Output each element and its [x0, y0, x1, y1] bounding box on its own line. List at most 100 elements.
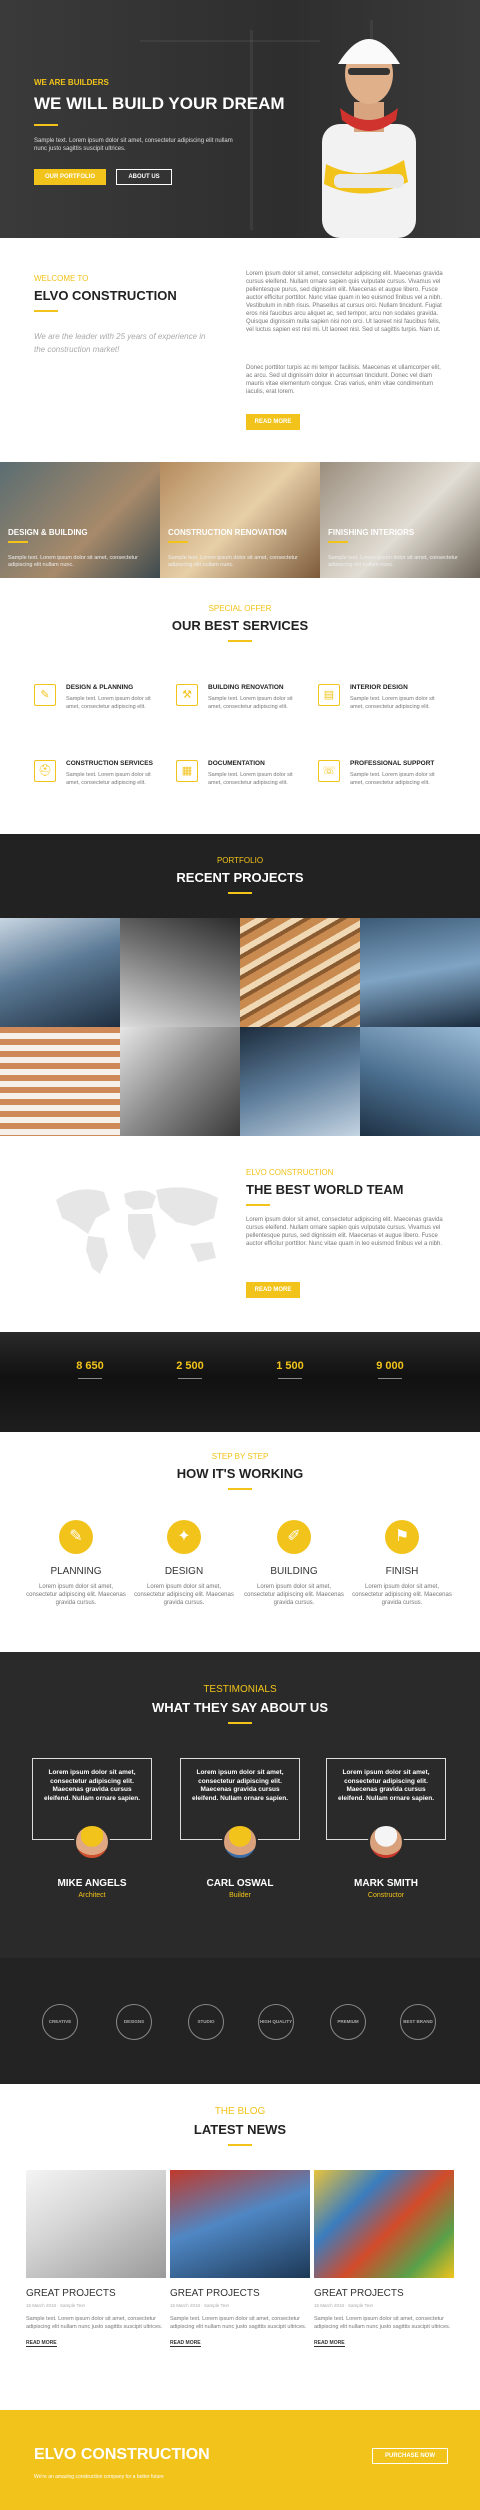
step-text: Lorem ipsum dolor sit amet, consectetur … — [26, 1584, 126, 1606]
project-image[interactable] — [360, 1027, 480, 1136]
read-more-button[interactable]: READ MORE — [246, 414, 300, 430]
strip-text: Sample text. Lorem ipsum dolor sit amet,… — [168, 555, 298, 568]
service-item[interactable]: ▤ INTERIOR DESIGN Sample text. Lorem ips… — [318, 682, 448, 742]
partner-logos-section: CREATIVE DESIGNS STUDIO HIGH QUALITY PRE… — [0, 1958, 480, 2084]
cta-title: ELVO CONSTRUCTION — [34, 2446, 210, 2463]
testimonial-name: MIKE ANGELS — [57, 1878, 127, 1889]
team-eyebrow: ELVO CONSTRUCTION — [246, 1168, 334, 1177]
service-text: Sample text. Lorem ipsum dolor sit amet,… — [208, 696, 293, 710]
title-underline — [228, 1488, 252, 1490]
blog-post: GREAT PROJECTS 15 March 2018 · Sample Te… — [314, 2170, 454, 2349]
step-title: FINISH — [385, 1566, 419, 1577]
read-more-link[interactable]: READ MORE — [314, 2340, 345, 2347]
read-more-link[interactable]: READ MORE — [26, 2340, 57, 2347]
blog-image[interactable] — [26, 2170, 166, 2278]
service-title: PROFESSIONAL SUPPORT — [350, 760, 435, 767]
counter-underline — [178, 1378, 202, 1379]
project-image[interactable] — [240, 1027, 360, 1136]
blog-post: GREAT PROJECTS 15 March 2018 · Sample Te… — [26, 2170, 166, 2349]
post-excerpt: Sample text. Lorem ipsum dolor sit amet,… — [314, 2316, 451, 2330]
testimonial-role: Constructor — [367, 1892, 405, 1899]
service-item[interactable]: ⚒ BUILDING RENOVATION Sample text. Lorem… — [176, 682, 306, 742]
strip-tile-renovation[interactable]: CONSTRUCTION RENOVATION Sample text. Lor… — [160, 462, 320, 578]
service-item[interactable]: ⛑ CONSTRUCTION SERVICES Sample text. Lor… — [34, 758, 164, 818]
strip-tile-design[interactable]: DESIGN & BUILDING Sample text. Lorem ips… — [0, 462, 160, 578]
blueprint-icon: ✐ — [277, 1520, 311, 1554]
project-image[interactable] — [0, 918, 120, 1027]
project-image[interactable] — [120, 918, 240, 1027]
testimonial-name: CARL OSWAL — [206, 1878, 274, 1889]
tools-icon: ⚒ — [176, 684, 198, 706]
portfolio-button[interactable]: OUR PORTFOLIO — [34, 169, 106, 185]
testimonial-role: Architect — [78, 1892, 106, 1899]
service-text: Sample text. Lorem ipsum dolor sit amet,… — [66, 696, 151, 710]
hero-title: WE WILL BUILD YOUR DREAM — [34, 94, 285, 113]
avatar — [368, 1824, 404, 1860]
post-excerpt: Sample text. Lorem ipsum dolor sit amet,… — [26, 2316, 163, 2330]
testimonial-name: MARK SMITH — [354, 1878, 418, 1889]
strip-text: Sample text. Lorem ipsum dolor sit amet,… — [328, 555, 458, 568]
strip-label: CONSTRUCTION RENOVATION — [168, 528, 287, 537]
about-us-button[interactable]: ABOUT US — [116, 169, 172, 185]
document-icon: ▦ — [176, 760, 198, 782]
service-title: INTERIOR DESIGN — [350, 684, 408, 691]
service-item[interactable]: ☏ PROFESSIONAL SUPPORT Sample text. Lore… — [318, 758, 448, 818]
service-title: BUILDING RENOVATION — [208, 684, 284, 691]
project-image[interactable] — [0, 1027, 120, 1136]
service-text: Sample text. Lorem ipsum dolor sit amet,… — [350, 772, 435, 786]
counter-value: 1 500 — [276, 1360, 304, 1372]
cta-text: We're an amazing construction company fo… — [34, 2474, 164, 2480]
service-title: CONSTRUCTION SERVICES — [66, 760, 153, 767]
read-more-link[interactable]: READ MORE — [170, 2340, 201, 2347]
strip-label: DESIGN & BUILDING — [8, 528, 88, 537]
crane-graphic — [140, 40, 320, 42]
label-underline — [8, 541, 28, 543]
blog-post: GREAT PROJECTS 15 March 2018 · Sample Te… — [170, 2170, 310, 2349]
blog-image[interactable] — [170, 2170, 310, 2278]
label-underline — [168, 541, 188, 543]
team-paragraph: Lorem ipsum dolor sit amet, consectetur … — [246, 1217, 443, 1247]
counter: 8 650 — [60, 1360, 120, 1379]
read-more-button[interactable]: READ MORE — [246, 1282, 300, 1298]
project-image[interactable] — [360, 918, 480, 1027]
counter: 9 000 — [360, 1360, 420, 1379]
partner-logo: BEST BRAND — [400, 2004, 436, 2040]
project-image[interactable] — [120, 1027, 240, 1136]
partner-logo: HIGH QUALITY — [258, 2004, 294, 2040]
purchase-button[interactable]: PURCHASE NOW — [372, 2448, 448, 2464]
service-item[interactable]: ✎ DESIGN & PLANNING Sample text. Lorem i… — [34, 682, 164, 742]
about-section: WELCOME TO ELVO CONSTRUCTION We are the … — [0, 238, 480, 462]
counter-value: 2 500 — [176, 1360, 204, 1372]
service-item[interactable]: ▦ DOCUMENTATION Sample text. Lorem ipsum… — [176, 758, 306, 818]
about-title: ELVO CONSTRUCTION — [34, 288, 177, 303]
partner-logo: DESIGNS — [116, 2004, 152, 2040]
services-eyebrow: SPECIAL OFFER — [208, 604, 272, 613]
crane-graphic — [250, 30, 253, 230]
step-title: BUILDING — [270, 1566, 318, 1577]
step-item: ✦ DESIGN Lorem ipsum dolor sit amet, con… — [134, 1520, 234, 1607]
about-eyebrow: WELCOME TO — [34, 274, 89, 283]
testimonials-eyebrow: TESTIMONIALS — [203, 1684, 277, 1695]
hero-section: WE ARE BUILDERS WE WILL BUILD YOUR DREAM… — [0, 0, 480, 238]
step-text: Lorem ipsum dolor sit amet, consectetur … — [134, 1584, 234, 1606]
post-meta: 15 March 2018 · Sample Text — [314, 2303, 373, 2308]
partner-logo: PREMIUM — [330, 2004, 366, 2040]
services-strip: DESIGN & BUILDING Sample text. Lorem ips… — [0, 462, 480, 578]
pencil-icon: ✎ — [59, 1520, 93, 1554]
title-underline — [246, 1204, 270, 1206]
blog-image[interactable] — [314, 2170, 454, 2278]
about-quote: We are the leader with 25 years of exper… — [34, 332, 206, 354]
partner-logo: STUDIO — [188, 2004, 224, 2040]
best-services-section: SPECIAL OFFER OUR BEST SERVICES ✎ DESIGN… — [0, 578, 480, 834]
world-map-image — [56, 1187, 218, 1274]
title-underline — [228, 640, 252, 642]
flag-icon: ⚑ — [385, 1520, 419, 1554]
post-meta: 15 March 2018 · Sample Text — [170, 2303, 229, 2308]
paint-roller-icon: ▤ — [318, 684, 340, 706]
project-image[interactable] — [240, 918, 360, 1027]
strip-tile-interiors[interactable]: FINISHING INTERIORS Sample text. Lorem i… — [320, 462, 480, 578]
office-background-image — [0, 1332, 480, 1432]
post-title: GREAT PROJECTS — [26, 2288, 116, 2299]
footer-cta: ELVO CONSTRUCTION We're an amazing const… — [0, 2410, 480, 2510]
step-text: Lorem ipsum dolor sit amet, consectetur … — [244, 1584, 344, 1606]
